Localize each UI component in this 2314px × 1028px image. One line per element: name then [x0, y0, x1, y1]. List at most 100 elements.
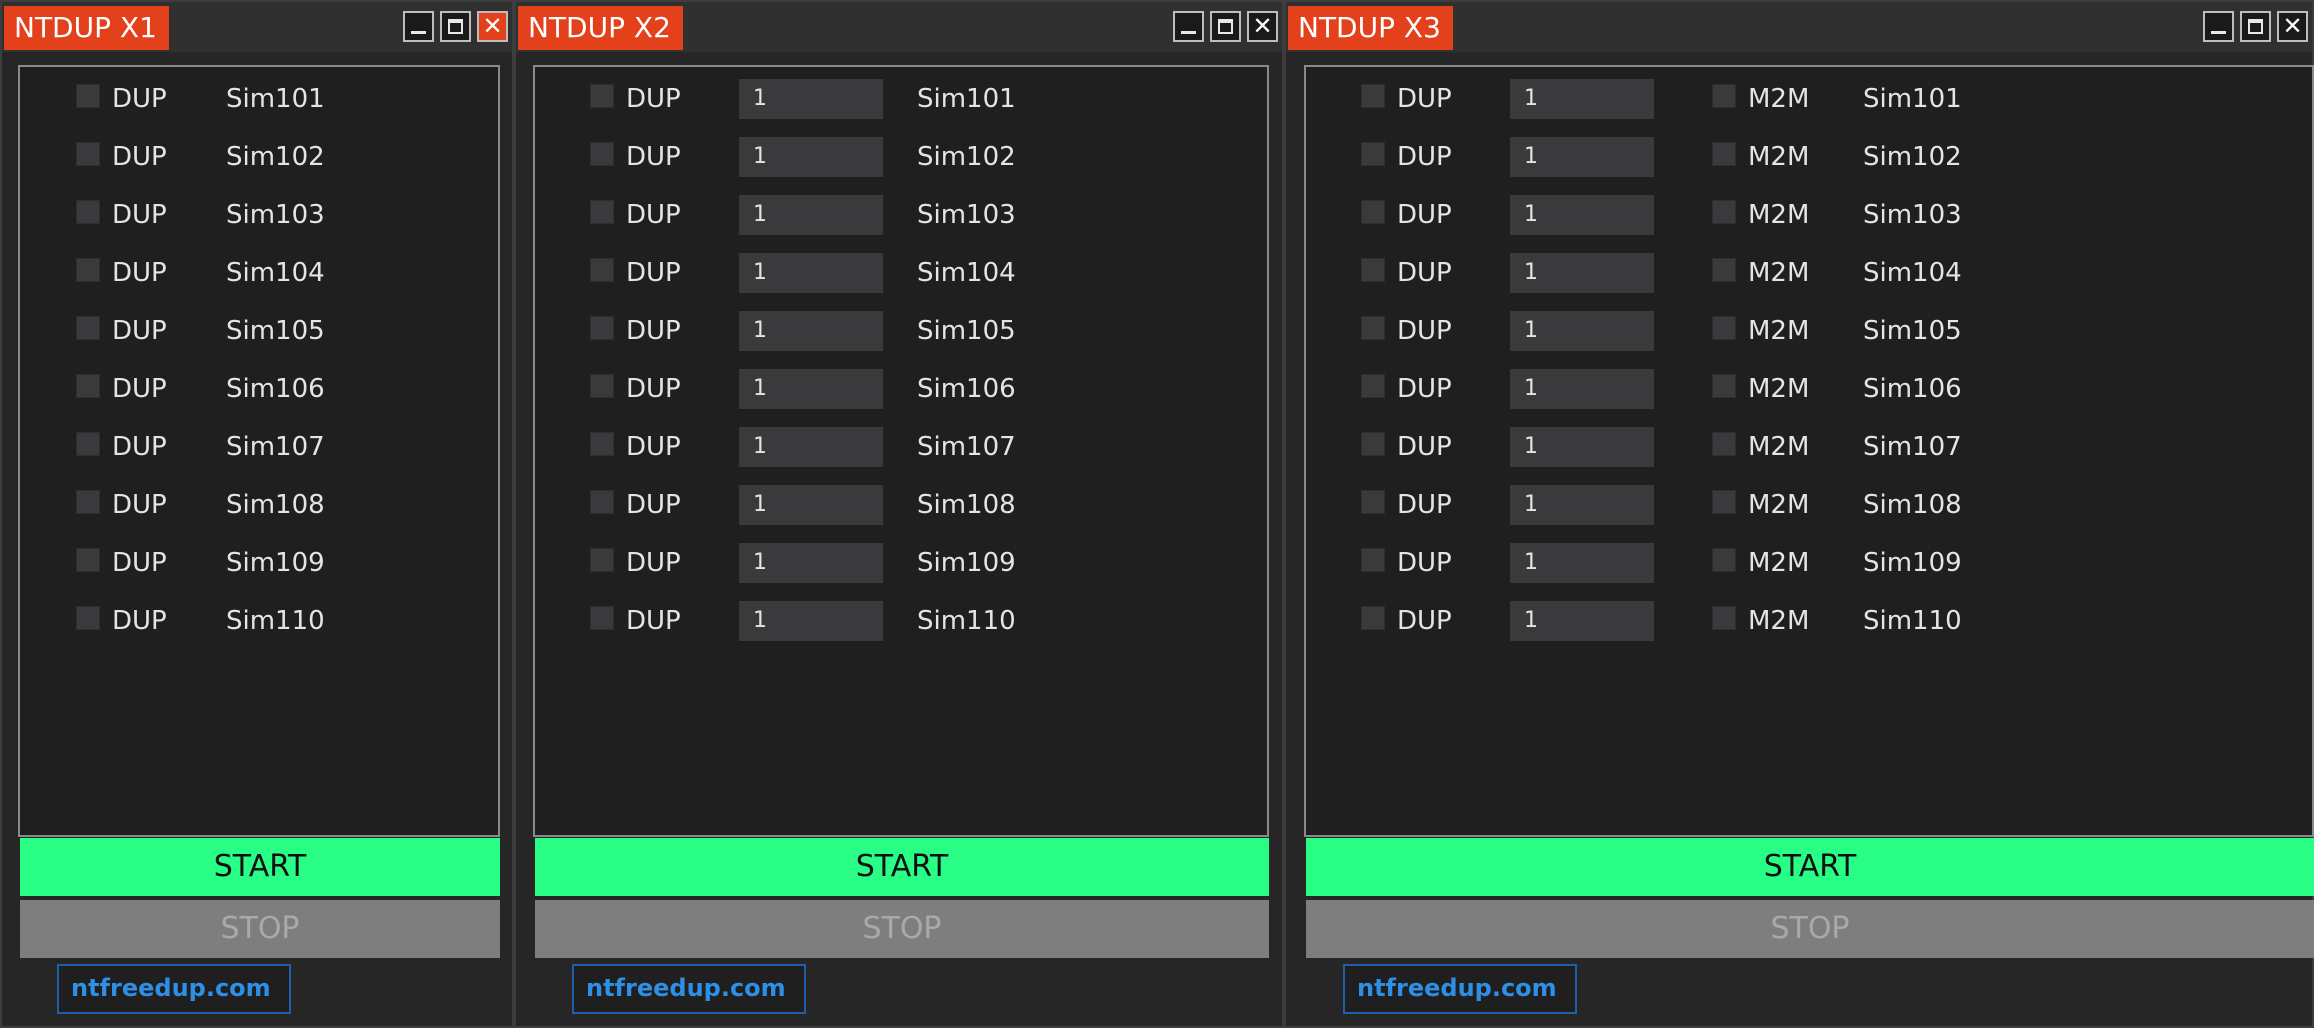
account-row: DUP Sim103 [20, 195, 498, 235]
minimize-icon[interactable] [2203, 11, 2234, 42]
quantity-input[interactable]: 1 [739, 311, 883, 351]
start-button[interactable]: START [1306, 838, 2314, 896]
m2m-checkbox[interactable] [1712, 606, 1736, 630]
title-bar[interactable]: NTDUP X3 ✕ [1286, 2, 2312, 52]
m2m-checkbox[interactable] [1712, 548, 1736, 572]
maximize-icon[interactable] [2240, 11, 2271, 42]
account-list-panel: DUP 1 Sim101 DUP 1 Sim102 DUP 1 Sim103 DUP 1 Sim104… [533, 65, 1269, 837]
dup-checkbox[interactable] [1361, 258, 1385, 282]
dup-checkbox[interactable] [76, 316, 100, 340]
dup-checkbox[interactable] [590, 432, 614, 456]
dup-checkbox[interactable] [76, 606, 100, 630]
dup-checkbox[interactable] [76, 258, 100, 282]
stop-button[interactable]: STOP [535, 900, 1269, 958]
account-name: Sim104 [917, 258, 1016, 288]
window-title: NTDUP X1 [4, 6, 169, 50]
quantity-input[interactable]: 1 [1510, 485, 1654, 525]
stop-button[interactable]: STOP [1306, 900, 2314, 958]
dup-checkbox[interactable] [76, 490, 100, 514]
quantity-input[interactable]: 1 [1510, 543, 1654, 583]
maximize-icon[interactable] [1210, 11, 1241, 42]
quantity-input[interactable]: 1 [1510, 427, 1654, 467]
quantity-input[interactable]: 1 [1510, 195, 1654, 235]
account-name: Sim102 [226, 142, 325, 172]
dup-checkbox[interactable] [590, 490, 614, 514]
m2m-checkbox[interactable] [1712, 142, 1736, 166]
dup-checkbox[interactable] [76, 374, 100, 398]
close-icon[interactable]: ✕ [1247, 11, 1278, 42]
dup-checkbox[interactable] [1361, 200, 1385, 224]
dup-checkbox[interactable] [590, 606, 614, 630]
quantity-input[interactable]: 1 [1510, 601, 1654, 641]
start-button[interactable]: START [535, 838, 1269, 896]
dup-checkbox[interactable] [590, 142, 614, 166]
dup-checkbox[interactable] [76, 432, 100, 456]
quantity-input[interactable]: 1 [739, 253, 883, 293]
stop-button[interactable]: STOP [20, 900, 500, 958]
dup-checkbox[interactable] [76, 142, 100, 166]
m2m-checkbox[interactable] [1712, 374, 1736, 398]
m2m-checkbox[interactable] [1712, 258, 1736, 282]
dup-checkbox[interactable] [590, 374, 614, 398]
dup-label: DUP [626, 200, 681, 230]
start-button[interactable]: START [20, 838, 500, 896]
dup-checkbox[interactable] [590, 258, 614, 282]
quantity-input[interactable]: 1 [739, 137, 883, 177]
minimize-icon[interactable] [1173, 11, 1204, 42]
dup-checkbox[interactable] [1361, 490, 1385, 514]
dup-checkbox[interactable] [1361, 374, 1385, 398]
dup-label: DUP [1397, 316, 1452, 346]
quantity-input[interactable]: 1 [739, 427, 883, 467]
dup-checkbox[interactable] [1361, 606, 1385, 630]
quantity-input[interactable]: 1 [1510, 253, 1654, 293]
close-icon[interactable]: ✕ [477, 11, 508, 42]
m2m-checkbox[interactable] [1712, 490, 1736, 514]
quantity-input[interactable]: 1 [739, 195, 883, 235]
m2m-checkbox[interactable] [1712, 316, 1736, 340]
dup-checkbox[interactable] [590, 84, 614, 108]
website-link[interactable]: ntfreedup.com [57, 964, 291, 1014]
ntdup-x2-window: NTDUP X2 ✕ DUP 1 Sim101 DUP 1 Sim102 DUP 1 Sim10… [514, 0, 1284, 1028]
dup-checkbox[interactable] [76, 548, 100, 572]
website-link[interactable]: ntfreedup.com [1343, 964, 1577, 1014]
quantity-input[interactable]: 1 [1510, 311, 1654, 351]
quantity-input[interactable]: 1 [739, 485, 883, 525]
dup-checkbox[interactable] [1361, 316, 1385, 340]
dup-checkbox[interactable] [1361, 432, 1385, 456]
dup-checkbox[interactable] [1361, 548, 1385, 572]
website-link[interactable]: ntfreedup.com [572, 964, 806, 1014]
quantity-input[interactable]: 1 [739, 543, 883, 583]
quantity-input[interactable]: 1 [1510, 369, 1654, 409]
dup-checkbox[interactable] [1361, 84, 1385, 108]
dup-label: DUP [626, 548, 681, 578]
title-bar[interactable]: NTDUP X1 ✕ [2, 2, 512, 52]
quantity-input[interactable]: 1 [1510, 79, 1654, 119]
dup-checkbox[interactable] [590, 200, 614, 224]
maximize-icon[interactable] [440, 11, 471, 42]
dup-checkbox[interactable] [76, 84, 100, 108]
account-list-panel: DUP Sim101 DUP Sim102 DUP Sim103 DUP Sim104 DUP S… [18, 65, 500, 837]
title-bar[interactable]: NTDUP X2 ✕ [516, 2, 1282, 52]
account-row: DUP Sim107 [20, 427, 498, 467]
dup-checkbox[interactable] [76, 200, 100, 224]
quantity-input[interactable]: 1 [1510, 137, 1654, 177]
dup-label: DUP [1397, 606, 1452, 636]
dup-label: DUP [1397, 374, 1452, 404]
dup-checkbox[interactable] [1361, 142, 1385, 166]
account-name: Sim106 [917, 374, 1016, 404]
quantity-input[interactable]: 1 [739, 79, 883, 119]
account-row: DUP 1 Sim110 [535, 601, 1267, 641]
dup-checkbox[interactable] [590, 316, 614, 340]
close-icon[interactable]: ✕ [2277, 11, 2308, 42]
m2m-checkbox[interactable] [1712, 200, 1736, 224]
m2m-checkbox[interactable] [1712, 432, 1736, 456]
quantity-input[interactable]: 1 [739, 369, 883, 409]
minimize-icon[interactable] [403, 11, 434, 42]
account-row: DUP Sim102 [20, 137, 498, 177]
m2m-checkbox[interactable] [1712, 84, 1736, 108]
m2m-label: M2M [1748, 316, 1810, 346]
dup-checkbox[interactable] [590, 548, 614, 572]
quantity-input[interactable]: 1 [739, 601, 883, 641]
account-name: Sim107 [1863, 432, 1962, 462]
dup-label: DUP [1397, 258, 1452, 288]
